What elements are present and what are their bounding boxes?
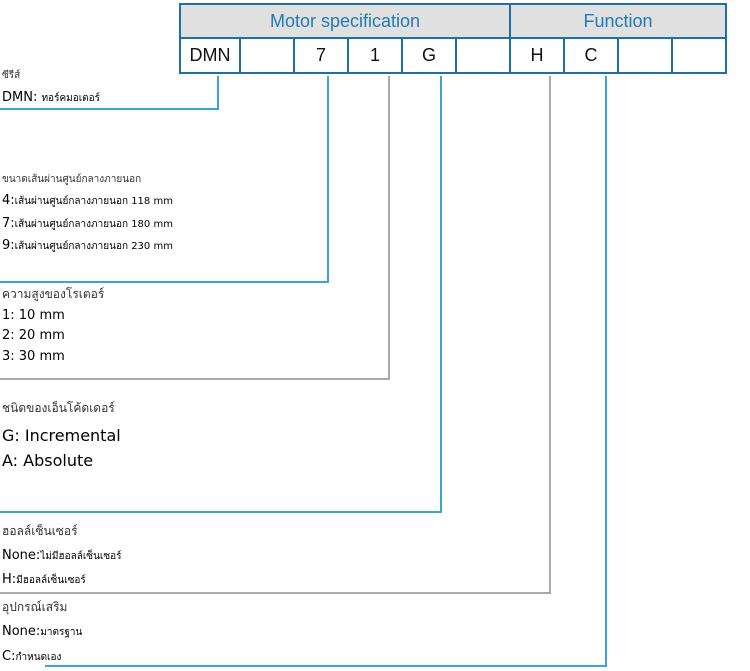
series-desc: ทอร์คมอเตอร์: [41, 93, 101, 104]
hall-code: H:: [2, 572, 17, 587]
hall-desc: มีฮอลล์เซ็นเซอร์: [16, 575, 86, 586]
hall-item: H:มีฮอลล์เซ็นเซอร์: [2, 572, 86, 588]
diameter-item: 7:เส้นผ่านศูนย์กลางภายนอก 180 mm: [2, 216, 173, 232]
accessory-desc: มาตรฐาน: [40, 627, 83, 638]
connector-lines: [0, 76, 607, 667]
diameter-title: ขนาดเส้นผ่านศูนย์กลางภายนอก: [2, 174, 142, 185]
encoder-item: A: Absolute: [2, 451, 94, 470]
series-code: DMN:: [2, 90, 42, 105]
accessory-desc: กำหนดเอง: [15, 652, 62, 663]
diameter-value: 230 mm: [128, 241, 173, 252]
diameter-desc: เส้นผ่านศูนย์กลางภายนอก: [14, 196, 129, 207]
accessory-code: None:: [2, 624, 41, 639]
height-item: 1: 10 mm: [2, 308, 65, 323]
diameter-item: 4:เส้นผ่านศูนย์กลางภายนอก 118 mm: [2, 193, 173, 209]
diameter-value: 118 mm: [128, 196, 173, 207]
encoder-item: G: Incremental: [2, 426, 121, 445]
height-item: 3: 30 mm: [2, 349, 65, 364]
encoder-title: ชนิดของเอ็นโค้ดเดอร์: [2, 401, 115, 415]
connector-hall: [0, 76, 551, 594]
connector-accessory: [45, 76, 607, 667]
diameter-desc: เส้นผ่านศูนย์กลางภายนอก: [14, 241, 129, 252]
hall-title: ฮอลล์เซ็นเซอร์: [2, 524, 78, 538]
diameter-item: 9:เส้นผ่านศูนย์กลางภายนอก 230 mm: [2, 238, 173, 254]
diameter-code: 4:: [2, 193, 15, 208]
accessory-title: อุปกรณ์เสริม: [2, 600, 68, 614]
hall-desc: ไม่มีฮอลล์เซ็นเซอร์: [40, 551, 122, 562]
accessory-item: C:กำหนดเอง: [2, 649, 61, 665]
diameter-desc: เส้นผ่านศูนย์กลางภายนอก: [14, 219, 129, 230]
hall-code: None:: [2, 548, 41, 563]
diameter-code: 9:: [2, 238, 15, 253]
height-title: ความสูงของโรเตอร์: [2, 287, 105, 301]
diameter-value: 180 mm: [128, 219, 173, 230]
series-title: ซีรีส์: [2, 70, 21, 81]
hall-item: None:ไม่มีฮอลล์เซ็นเซอร์: [2, 548, 122, 564]
accessory-item: None:มาตรฐาน: [2, 624, 82, 640]
accessory-code: C:: [2, 649, 16, 664]
height-item: 2: 20 mm: [2, 328, 65, 343]
series-item: DMN: ทอร์คมอเตอร์: [2, 90, 100, 106]
diameter-code: 7:: [2, 216, 15, 231]
